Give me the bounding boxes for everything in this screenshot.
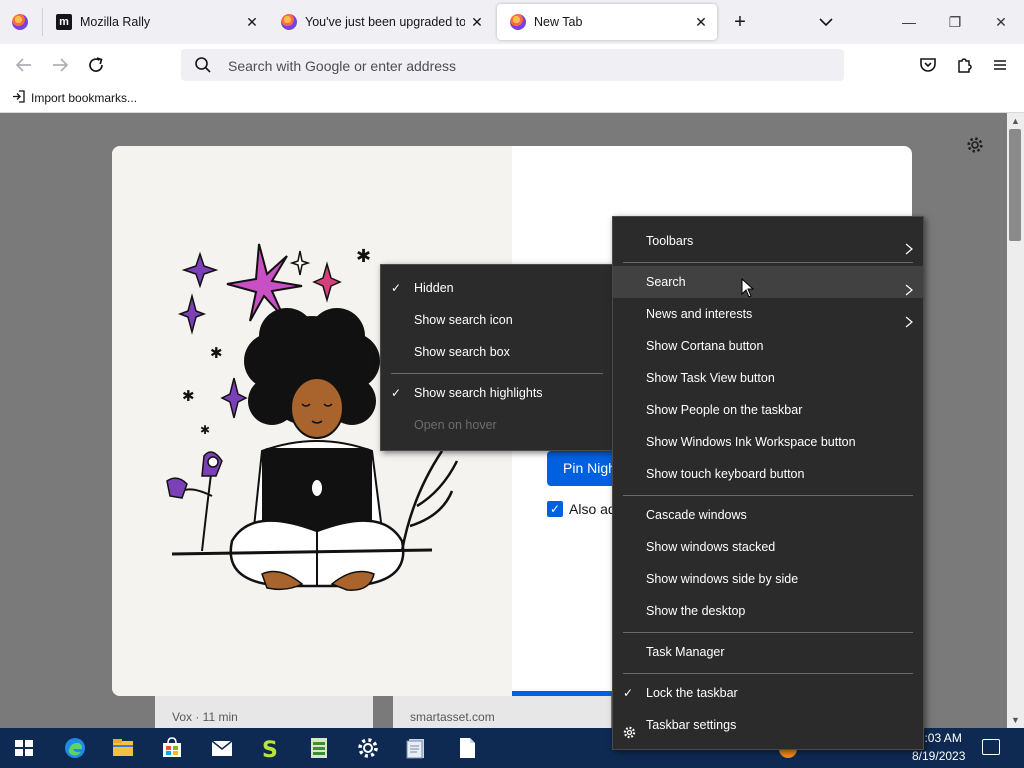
pocket-icon[interactable]	[916, 53, 940, 77]
menu-item-show-cortana[interactable]: Show Cortana button	[613, 330, 923, 362]
tab-close-icon[interactable]: ✕	[469, 14, 485, 30]
gear-icon	[623, 719, 636, 751]
import-icon	[12, 90, 25, 106]
tab-close-icon[interactable]: ✕	[244, 14, 260, 30]
taskbar-context-menu: Toolbars Search News and interests Show …	[612, 216, 924, 750]
clock-date[interactable]: 8/19/2023	[912, 749, 965, 763]
edge-browser-icon[interactable]	[63, 736, 87, 760]
menu-item-show-people[interactable]: Show People on the taskbar	[613, 394, 923, 426]
list-all-tabs-icon[interactable]	[816, 12, 836, 32]
url-input[interactable]	[226, 49, 830, 83]
menu-item-show-ink-workspace[interactable]: Show Windows Ink Workspace button	[613, 426, 923, 458]
mouse-cursor-icon	[741, 277, 755, 298]
chevron-right-icon	[903, 235, 915, 255]
menu-item-task-manager[interactable]: Task Manager	[613, 636, 923, 668]
mozilla-m-icon: m	[56, 14, 72, 30]
tab-close-icon[interactable]: ✕	[693, 14, 709, 30]
navigation-toolbar	[0, 44, 1024, 86]
start-menu-checkbox[interactable]: ✓	[547, 501, 563, 517]
chevron-right-icon	[903, 308, 915, 328]
menu-item-windows-stacked[interactable]: Show windows stacked	[613, 531, 923, 563]
window-close-button[interactable]: ✕	[978, 0, 1024, 44]
menu-item-show-search-icon[interactable]: Show search icon	[381, 304, 613, 336]
forward-icon[interactable]	[48, 53, 72, 77]
scroll-up-arrow-icon[interactable]: ▲	[1007, 114, 1024, 128]
restore-button[interactable]: ❐	[932, 0, 978, 44]
story-source: smartasset.com	[410, 710, 495, 724]
menu-separator	[623, 262, 913, 263]
tab-title: You've just been upgraded to F	[305, 15, 465, 29]
menu-item-search[interactable]: Search	[613, 266, 923, 298]
chevron-right-icon	[903, 276, 915, 296]
file-explorer-icon[interactable]	[111, 736, 135, 760]
windows-start-icon[interactable]	[12, 736, 36, 760]
notepad-icon[interactable]	[455, 736, 479, 760]
menu-item-toolbars[interactable]: Toolbars	[613, 225, 923, 257]
app-menu-icon[interactable]	[988, 53, 1012, 77]
tab-new-tab[interactable]: New Tab ✕	[497, 4, 717, 40]
reload-icon[interactable]	[84, 53, 108, 77]
svg-text:✱: ✱	[200, 423, 210, 437]
checkmark-icon: ✓	[391, 281, 402, 295]
url-bar[interactable]	[181, 49, 844, 83]
checkmark-icon: ✓	[623, 686, 634, 700]
search-submenu: ✓ Hidden Show search icon Show search bo…	[380, 264, 614, 451]
import-bookmarks-label: Import bookmarks...	[31, 91, 138, 105]
bookmarks-toolbar: Import bookmarks...	[0, 86, 1024, 113]
onboarding-progress-bar	[512, 691, 612, 696]
menu-separator	[623, 673, 913, 674]
green-s-app-icon[interactable]: S	[258, 736, 282, 763]
menu-separator	[623, 632, 913, 633]
svg-text:✱: ✱	[182, 388, 195, 405]
tab-upgraded[interactable]: You've just been upgraded to F ✕	[268, 0, 493, 44]
menu-item-taskbar-settings[interactable]: Taskbar settings	[613, 709, 923, 741]
menu-item-hidden[interactable]: ✓ Hidden	[381, 272, 613, 304]
checkmark-icon: ✓	[391, 386, 402, 400]
mail-icon[interactable]	[210, 736, 234, 760]
tab-title: New Tab	[534, 15, 583, 29]
document-app-icon[interactable]	[404, 736, 428, 760]
menu-item-news-and-interests[interactable]: News and interests	[613, 298, 923, 330]
menu-item-windows-side-by-side[interactable]: Show windows side by side	[613, 563, 923, 595]
svg-text:S: S	[262, 738, 278, 760]
notification-center-icon[interactable]	[982, 739, 1000, 755]
minimize-button[interactable]: —	[886, 0, 932, 44]
page-scrollbar[interactable]: ▲ ▼	[1007, 113, 1024, 728]
firefox-nightly-icon	[510, 14, 526, 30]
back-icon[interactable]	[12, 53, 36, 77]
menu-item-show-search-box[interactable]: Show search box	[381, 336, 613, 368]
firefox-menu-icon[interactable]	[12, 14, 28, 30]
new-tab-button[interactable]: +	[730, 10, 750, 34]
menu-item-show-task-view[interactable]: Show Task View button	[613, 362, 923, 394]
search-icon	[194, 56, 212, 74]
svg-text:✱: ✱	[210, 345, 223, 362]
menu-item-show-search-highlights[interactable]: ✓ Show search highlights	[381, 377, 613, 409]
menu-item-open-on-hover: Open on hover	[414, 418, 497, 432]
menu-item-cascade-windows[interactable]: Cascade windows	[613, 499, 923, 531]
menu-item-show-desktop[interactable]: Show the desktop	[613, 595, 923, 627]
menu-item-show-touch-keyboard[interactable]: Show touch keyboard button	[613, 458, 923, 490]
extensions-icon[interactable]	[952, 53, 976, 77]
menu-separator	[623, 495, 913, 496]
microsoft-store-icon[interactable]	[160, 736, 184, 760]
story-source: Vox · 11 min	[172, 710, 238, 724]
menu-item-lock-taskbar[interactable]: ✓ Lock the taskbar	[613, 677, 923, 709]
tab-mozilla-rally[interactable]: m Mozilla Rally ✕	[43, 0, 268, 44]
import-bookmarks-button[interactable]: Import bookmarks...	[12, 90, 137, 106]
firefox-nightly-icon	[281, 14, 297, 30]
menu-separator	[391, 373, 603, 374]
personalize-gear-icon[interactable]	[966, 136, 984, 159]
svg-text:✱: ✱	[356, 246, 371, 266]
tab-strip: m Mozilla Rally ✕ You've just been upgra…	[0, 0, 1024, 44]
scroll-thumb[interactable]	[1009, 129, 1021, 241]
tab-title: Mozilla Rally	[80, 15, 151, 29]
settings-gear-icon[interactable]	[356, 736, 380, 760]
spreadsheet-app-icon[interactable]	[307, 736, 331, 760]
scroll-down-arrow-icon[interactable]: ▼	[1007, 713, 1024, 727]
